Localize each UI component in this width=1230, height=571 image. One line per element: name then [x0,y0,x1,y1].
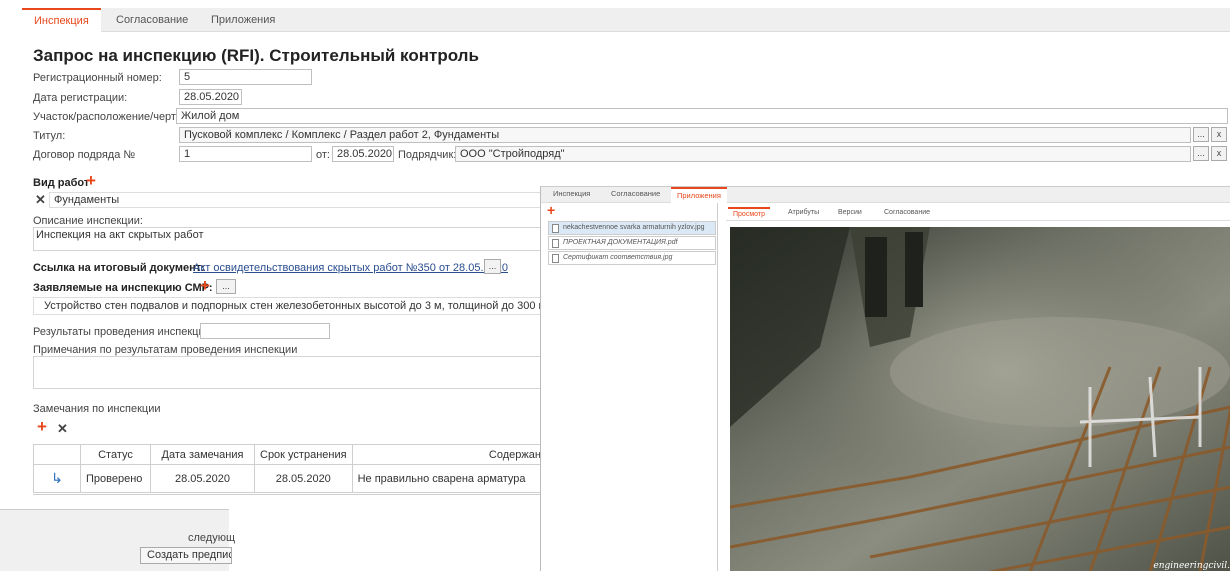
row-due-date: 28.05.2020 [254,464,353,493]
notes-textarea[interactable] [33,356,543,389]
delete-remark-icon[interactable]: ✕ [57,421,68,437]
header-due-date[interactable]: Срок устранения [254,444,353,465]
file-list: + nekachestvennoe svarka armaturnih yzlo… [544,202,718,571]
watermark-text: engineeringcivil. [1153,561,1230,571]
remove-work-type-icon[interactable]: ✕ [35,192,46,208]
final-doc-select-button[interactable]: ... [484,259,501,274]
page-title: Запрос на инспекцию (RFI). Строительный … [33,46,479,65]
bottom-panel: следующ Создать предпис [0,509,235,571]
preview-tab-approval[interactable]: Согласование [884,209,930,216]
titul-clear-button[interactable]: x [1211,127,1227,142]
smr-item: Устройство стен подвалов и подпорных сте… [33,297,543,315]
work-type-label: Вид работ [33,177,90,189]
file-name: Сертификат соответствия.jpg [563,254,673,261]
next-text: следующ [188,532,236,544]
contract-label: Договор подряда № [33,149,136,161]
overlay-tab-approval[interactable]: Согласование [611,189,660,198]
final-doc-label: Ссылка на итоговый документ: [33,262,205,274]
titul-field[interactable]: Пусковой комплекс / Комплекс / Раздел ра… [179,127,1191,143]
header-remark-date[interactable]: Дата замечания [150,444,255,465]
reg-number-label: Регистрационный номер: [33,72,162,84]
contractor-select-button[interactable]: ... [1193,146,1209,161]
overlay-tabs: Инспекция Согласование Приложения [541,187,1230,203]
notes-label: Примечания по результатам проведения инс… [33,344,298,356]
preview-tab-attributes[interactable]: Атрибуты [788,209,819,216]
titul-select-button[interactable]: ... [1193,127,1209,142]
description-textarea[interactable]: Инспекция на акт скрытых работ [33,227,543,251]
reg-number-field[interactable]: 5 [179,69,312,85]
overlay-tab-attachments[interactable]: Приложения [671,187,727,203]
contractor-clear-button[interactable]: x [1211,146,1227,161]
preview-image: engineeringcivil. [730,227,1230,571]
contract-number-field[interactable]: 1 [179,146,312,162]
row-remark-date: 28.05.2020 [150,464,255,493]
file-name: ПРОЕКТНАЯ ДОКУМЕНТАЦИЯ.pdf [563,239,678,246]
preview-tabs: Просмотр Атрибуты Версии Согласование [726,207,1230,221]
file-item[interactable]: ПРОЕКТНАЯ ДОКУМЕНТАЦИЯ.pdf [548,236,716,250]
table-bottom-border [33,494,540,495]
preview-tab-versions[interactable]: Версии [838,209,862,216]
table-row[interactable]: ↳ Проверено 28.05.2020 28.05.2020 Не пра… [33,464,553,493]
row-content: Не правильно сварена арматура [351,464,553,493]
add-remark-icon[interactable]: + [37,417,47,437]
attachments-overlay: Инспекция Согласование Приложения + neka… [540,186,1230,571]
contractor-label: Подрядчик: [398,149,457,161]
smr-label: Заявляемые на инспекцию СМР: [33,282,213,294]
table-header-row: Статус Дата замечания Срок устранения Со… [33,444,553,465]
location-label: Участок/расположение/чертеж: [33,111,193,123]
file-item[interactable]: Сертификат соответствия.jpg [548,251,716,265]
results-field[interactable] [200,323,330,339]
reg-date-label: Дата регистрации: [33,92,128,104]
tab-inspection[interactable]: Инспекция [22,8,101,32]
contract-date-field[interactable]: 28.05.2020 [332,146,394,162]
overlay-tab-inspection[interactable]: Инспекция [553,189,590,198]
main-tabs: Инспекция Согласование Приложения [22,8,1230,32]
reg-date-field[interactable]: 28.05.2020 [179,89,242,105]
file-item[interactable]: nekachestvennoe svarka armaturnih yzlov.… [548,221,716,235]
remarks-table: Статус Дата замечания Срок устранения Со… [33,444,553,493]
contractor-field[interactable]: ООО "Стройподряд" [455,146,1191,162]
file-icon [552,254,559,263]
remarks-label: Замечания по инспекции [33,403,161,415]
file-icon [552,239,559,248]
file-name: nekachestvennoe svarka armaturnih yzlov.… [563,224,705,231]
row-open-icon[interactable]: ↳ [33,464,81,493]
header-content[interactable]: Содержани [351,444,553,465]
header-cell [33,444,81,465]
create-prescription-button[interactable]: Создать предпис [140,547,232,564]
add-file-icon[interactable]: + [547,202,555,218]
tab-attachments[interactable]: Приложения [199,8,287,32]
location-field[interactable]: Жилой дом [176,108,1228,124]
results-label: Результаты проведения инспекции: [33,326,214,338]
header-status[interactable]: Статус [80,444,151,465]
preview-tab-view[interactable]: Просмотр [728,207,770,221]
final-doc-link[interactable]: Акт освидетельствования скрытых работ №3… [193,262,508,274]
file-icon [552,224,559,233]
row-status: Проверено [80,464,151,493]
titul-label: Титул: [33,130,66,142]
add-smr-icon[interactable]: + [200,276,210,296]
smr-select-button[interactable]: ... [216,279,236,294]
tab-approval[interactable]: Согласование [104,8,200,32]
add-work-type-icon[interactable]: + [86,171,96,191]
from-label: от: [316,149,330,161]
description-label: Описание инспекции: [33,215,143,227]
